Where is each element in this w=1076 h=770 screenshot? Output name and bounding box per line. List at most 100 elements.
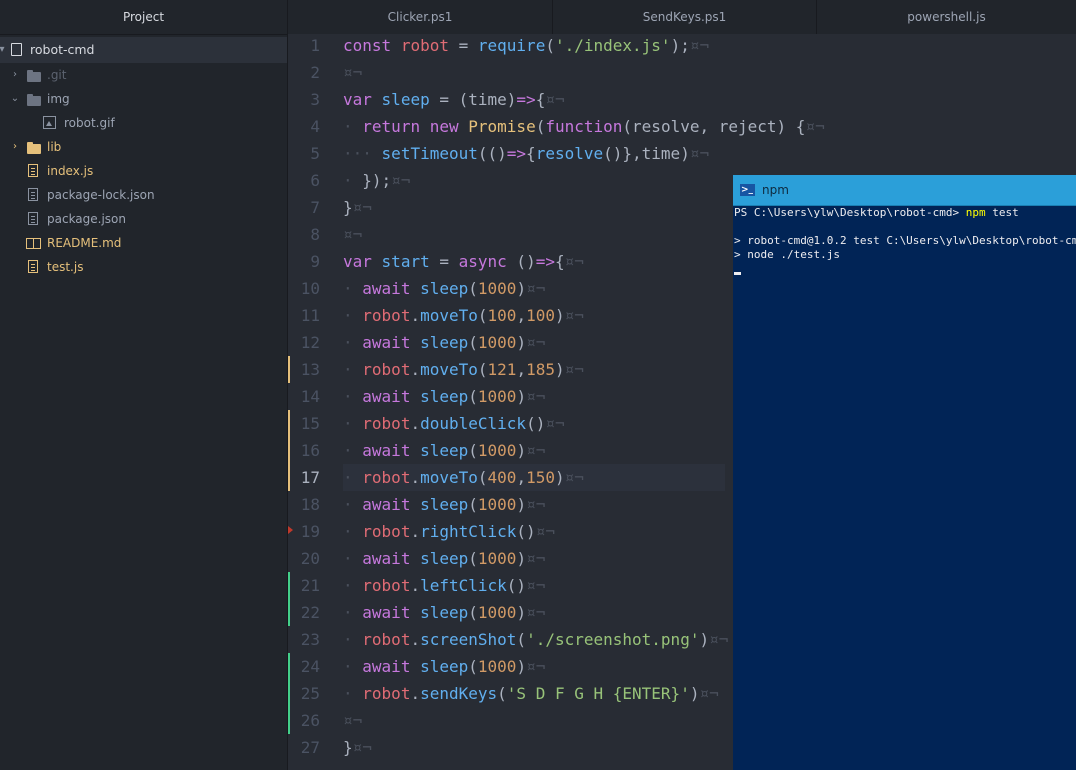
- code-token: 100: [487, 306, 517, 325]
- code-token: ¤¬: [709, 630, 729, 649]
- tree-item-readme-md[interactable]: README.md: [0, 231, 287, 255]
- code-token: ): [516, 603, 527, 622]
- code-token: (: [468, 387, 478, 406]
- code-token: ·: [343, 279, 353, 298]
- code-token: await: [362, 441, 411, 460]
- code-text: · robot.screenShot('./screenshot.png')¤¬: [343, 626, 728, 653]
- tree-item-robot-gif[interactable]: robot.gif: [0, 111, 287, 135]
- tree-item-label: lib: [47, 140, 62, 154]
- folder-icon: [27, 142, 41, 154]
- tree-item-lib[interactable]: › lib: [0, 135, 287, 159]
- code-token: robot: [362, 576, 411, 595]
- chevron-right-icon[interactable]: ›: [10, 63, 20, 87]
- code-token: ¤¬: [699, 684, 719, 703]
- code-token: './index.js': [554, 36, 671, 55]
- tree-item-test-js[interactable]: test.js: [0, 255, 287, 279]
- code-line[interactable]: 4 · return new Promise(function(resolve, …: [288, 113, 1076, 140]
- code-token: ·: [343, 630, 353, 649]
- code-token: ¤¬: [526, 549, 546, 568]
- code-token: ·: [343, 414, 353, 433]
- code-token: ¤¬: [564, 306, 584, 325]
- code-token: .: [410, 576, 421, 595]
- tree-item-label: robot.gif: [64, 116, 115, 130]
- code-token: 121: [487, 360, 517, 379]
- console-titlebar[interactable]: >_ npm: [733, 175, 1076, 206]
- console-output[interactable]: PS C:\Users\ylw\Desktop\robot-cmd> npm t…: [733, 206, 1076, 275]
- code-token: ¤¬: [526, 333, 546, 352]
- tab-powershell-js[interactable]: powershell.js: [817, 0, 1076, 34]
- code-token: sendKeys: [420, 684, 498, 703]
- tree-item-robot-cmd[interactable]: ▾ robot-cmd: [0, 37, 287, 63]
- code-token: ,: [516, 306, 527, 325]
- tab-clicker-ps1[interactable]: Clicker.ps1: [288, 0, 553, 34]
- code-token: ·: [343, 117, 353, 136]
- code-token: .: [410, 522, 421, 541]
- line-number: 5: [310, 144, 320, 163]
- line-number: 17: [300, 468, 320, 487]
- line-number: 1: [310, 36, 320, 55]
- code-token: robot: [362, 684, 411, 703]
- code-token: 'S D F G H {ENTER}': [506, 684, 690, 703]
- code-line[interactable]: 2 ¤¬: [288, 59, 1076, 86]
- code-token: =>: [535, 252, 555, 271]
- code-token: ¤¬: [564, 360, 584, 379]
- code-token: (resolve, reject) {: [622, 117, 806, 136]
- tree-item-label: .git: [47, 68, 67, 82]
- powershell-console-window[interactable]: >_ npm PS C:\Users\ylw\Desktop\robot-cmd…: [733, 175, 1076, 770]
- code-token: (: [477, 306, 488, 325]
- code-token: (: [477, 468, 488, 487]
- code-text: · await sleep(1000)¤¬: [343, 275, 545, 302]
- code-token: ¤¬: [526, 279, 546, 298]
- folder-icon: [27, 70, 41, 82]
- line-number: 19: [300, 522, 320, 541]
- code-line[interactable]: 3 var sleep = (time)=>{¤¬: [288, 86, 1076, 113]
- code-token: .: [410, 306, 421, 325]
- code-token: ·: [343, 684, 353, 703]
- code-token: require: [477, 36, 546, 55]
- line-number: 15: [300, 414, 320, 433]
- chevron-right-icon[interactable]: ›: [10, 135, 20, 159]
- line-number: 7: [310, 198, 320, 217]
- line-number: 24: [300, 657, 320, 676]
- chevron-down-icon[interactable]: ⌄: [10, 87, 20, 111]
- code-token: robot: [362, 414, 411, 433]
- code-text: · await sleep(1000)¤¬: [343, 545, 545, 572]
- line-number: 8: [310, 225, 320, 244]
- console-command: npm: [965, 206, 986, 219]
- tree-item-git[interactable]: › .git: [0, 63, 287, 87]
- code-token: ()},time): [603, 144, 690, 163]
- code-line[interactable]: 5 ··· setTimeout(()=>{resolve()},time)¤¬: [288, 140, 1076, 167]
- code-token: 1000: [477, 279, 517, 298]
- code-text: · await sleep(1000)¤¬: [343, 491, 545, 518]
- tree-item-index-js[interactable]: index.js: [0, 159, 287, 183]
- line-number: 18: [300, 495, 320, 514]
- code-token: (: [468, 549, 478, 568]
- code-token: ): [516, 279, 527, 298]
- tree-item-img[interactable]: ⌄ img: [0, 87, 287, 111]
- line-number: 6: [310, 171, 320, 190]
- code-line[interactable]: 1 const robot = require('./index.js');¤¬: [288, 32, 1076, 59]
- code-token: }: [343, 738, 353, 757]
- code-token: sleep: [420, 279, 469, 298]
- code-token: robot: [362, 468, 411, 487]
- code-token: (: [497, 684, 507, 703]
- file-icon: [28, 260, 38, 273]
- line-number: 23: [300, 630, 320, 649]
- chevron-down-icon[interactable]: ▾: [0, 37, 7, 63]
- code-token: (: [468, 441, 478, 460]
- code-token: {: [526, 144, 536, 163]
- tab-sendkeys-ps1[interactable]: SendKeys.ps1: [553, 0, 817, 34]
- tree-item-package-json[interactable]: package.json: [0, 207, 287, 231]
- line-number: 9: [310, 252, 320, 271]
- tree-item-package-lock-json[interactable]: package-lock.json: [0, 183, 287, 207]
